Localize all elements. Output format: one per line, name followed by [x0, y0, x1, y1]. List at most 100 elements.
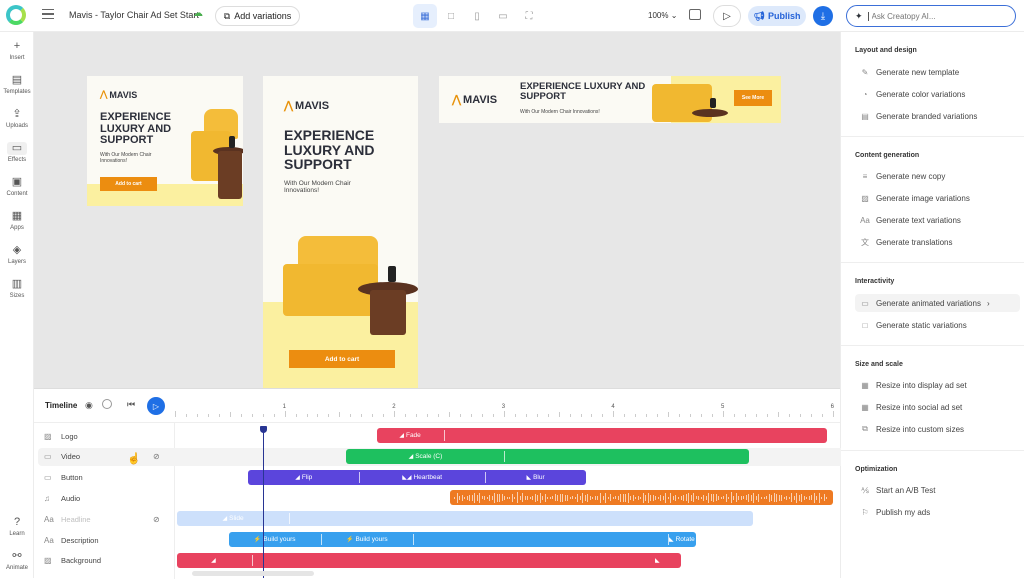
- sidebar-item-learn[interactable]: ? Learn: [0, 516, 34, 537]
- sidebar-item-apps[interactable]: ▦ Apps: [0, 210, 34, 231]
- animation-bar[interactable]: ◢ Flip ◣◢ Heartbeat ◣ Blur: [248, 469, 586, 485]
- segment-divider[interactable]: [288, 513, 290, 525]
- ad-square[interactable]: ⋀ MAVIS EXPERIENCE LUXURY AND SUPPORT Wit…: [87, 76, 243, 206]
- ruler-tick: [624, 414, 626, 417]
- timeline-title: Timeline: [45, 401, 78, 410]
- animation-bar[interactable]: ◢ Scale (C): [345, 448, 750, 464]
- layer-row-background[interactable]: ▨ Background: [38, 552, 175, 570]
- animation-segment[interactable]: ◢ Scale (C): [347, 449, 504, 464]
- section-title: Size and scale: [855, 361, 903, 368]
- zoom-dropdown[interactable]: 100% ⌄: [648, 11, 677, 20]
- ruler-label: 4: [611, 404, 615, 410]
- generate-image-variations[interactable]: ▨ Generate image variations: [855, 190, 1020, 206]
- add-to-cart-button[interactable]: Add to cart: [100, 177, 157, 191]
- timeline-play-button[interactable]: ▷: [147, 397, 165, 415]
- sidebar-item-uploads[interactable]: ⇪ Uploads: [0, 108, 34, 129]
- add-to-cart-button[interactable]: Add to cart: [289, 350, 395, 368]
- sidebar-item-effects[interactable]: ▭ Effects: [0, 142, 34, 163]
- animation-segment[interactable]: ◣: [635, 553, 681, 568]
- ai-input[interactable]: [867, 11, 998, 21]
- animation-segment[interactable]: [413, 532, 668, 547]
- generate-static-variations[interactable]: □ Generate static variations: [855, 317, 1020, 333]
- square-view-icon[interactable]: □: [439, 4, 463, 28]
- animation-segment[interactable]: ◣ Rotate: [668, 532, 695, 547]
- ruler-tick: [514, 414, 516, 417]
- segment-divider[interactable]: [443, 430, 445, 441]
- all-sizes-view-icon[interactable]: ▦: [413, 4, 437, 28]
- animation-bar[interactable]: ◢ Fade: [376, 428, 828, 443]
- focus-view-icon[interactable]: ⛶: [517, 4, 541, 28]
- generate-branded-variations[interactable]: ▤ Generate branded variations: [855, 108, 1020, 124]
- segment-divider[interactable]: [503, 450, 505, 462]
- generate-new-template[interactable]: ✎ Generate new template: [855, 64, 1020, 80]
- resize-custom-sizes[interactable]: ⧉ Resize into custom sizes: [855, 421, 1020, 437]
- ruler-tick: [701, 414, 703, 417]
- skip-to-start-icon[interactable]: ⏮: [127, 399, 135, 410]
- segment-divider[interactable]: [251, 554, 253, 566]
- eye-icon[interactable]: ◉: [85, 400, 93, 411]
- ai-search-box[interactable]: ✦: [846, 5, 1016, 27]
- project-title[interactable]: Mavis - Taylor Chair Ad Set Start: [69, 10, 199, 20]
- animation-segment[interactable]: ◣◢ Heartbeat: [359, 470, 485, 485]
- item-label: Resize into social ad set: [876, 402, 963, 412]
- ai-actions-panel: Layout and design ✎ Generate new template…: [840, 32, 1024, 578]
- generate-translations[interactable]: 文 Generate translations: [855, 234, 1020, 250]
- publish-my-ads[interactable]: ⚐ Publish my ads: [855, 504, 1020, 520]
- ruler-tick: [788, 414, 790, 417]
- resize-display-ad-set[interactable]: ▦ Resize into display ad set: [855, 377, 1020, 393]
- time-ruler[interactable]: 1 2 3 4 5 6: [175, 389, 840, 423]
- generate-color-variations[interactable]: ◔ Generate color variations: [855, 86, 1020, 102]
- animation-bar[interactable]: [450, 490, 833, 506]
- add-variations-button[interactable]: ⧉ Add variations: [215, 6, 300, 26]
- animation-segment[interactable]: ◢ Fade: [377, 428, 444, 443]
- publish-button[interactable]: 📢︎ Publish: [748, 6, 806, 26]
- sidebar-item-animate[interactable]: ⚯ Animate: [0, 550, 34, 571]
- ad-banner[interactable]: ⋀ MAVIS EXPERIENCE LUXURY AND SUPPORT Wit…: [439, 76, 781, 123]
- sidebar-item-insert[interactable]: + Insert: [0, 40, 34, 61]
- playhead-handle[interactable]: [259, 426, 267, 433]
- track-video: ◢ Scale (C): [175, 448, 840, 465]
- ad-portrait[interactable]: ⋀ MAVIS EXPERIENCE LUXURY AND SUPPORT Wit…: [263, 76, 418, 388]
- see-more-button[interactable]: See More: [734, 90, 772, 106]
- timeline-header: Timeline ◉ ⏮ ▷: [34, 389, 175, 423]
- hidden-eye-icon[interactable]: ⊘: [153, 515, 160, 524]
- animation-segment[interactable]: ◢ Flip: [248, 470, 359, 485]
- creatopy-logo[interactable]: [6, 5, 26, 25]
- sidebar-label: Insert: [9, 55, 25, 61]
- sidebar-item-content[interactable]: ▣ Content: [0, 176, 34, 197]
- landscape-view-icon[interactable]: ▭: [491, 4, 515, 28]
- animation-bar[interactable]: ◢ ◣: [177, 552, 682, 568]
- layer-row-description[interactable]: Aa Description: [38, 531, 175, 549]
- comment-icon[interactable]: [689, 9, 701, 20]
- layer-row-logo[interactable]: ▨ Logo: [38, 427, 175, 445]
- sidebar-item-layers[interactable]: ◈ Layers: [0, 244, 34, 265]
- animation-segment[interactable]: ⚡ Build yours: [229, 532, 321, 547]
- generate-animated-variations[interactable]: ▭ Generate animated variations ›: [855, 294, 1020, 312]
- download-button[interactable]: ⤓: [813, 6, 833, 26]
- animation-segment[interactable]: ◢ Slide: [177, 511, 289, 526]
- hamburger-menu-icon[interactable]: [42, 9, 54, 19]
- layer-row-button[interactable]: ▭ Button: [38, 469, 175, 487]
- animation-segment[interactable]: ◣ Blur: [485, 470, 586, 485]
- sidebar-label: Layers: [7, 259, 26, 265]
- sidebar-item-sizes[interactable]: ▥ Sizes: [0, 278, 34, 299]
- portrait-view-icon[interactable]: ▯: [465, 4, 489, 28]
- layer-row-headline[interactable]: Aa Headline ⊘: [38, 510, 175, 528]
- generate-text-variations[interactable]: Aa Generate text variations: [855, 212, 1020, 228]
- hidden-eye-icon[interactable]: ⊘: [153, 452, 160, 461]
- ruler-tick: [690, 414, 692, 417]
- clock-icon[interactable]: [102, 399, 112, 409]
- animation-bar[interactable]: ⚡ Build yours ⚡ Build yours ◣ Rotate: [228, 532, 696, 547]
- animation-segment[interactable]: ⚡ Build yours: [321, 532, 413, 547]
- horizontal-scrollbar[interactable]: [192, 571, 314, 576]
- layer-row-audio[interactable]: ♫ Audio: [38, 489, 175, 507]
- start-ab-test[interactable]: ⅍ Start an A/B Test: [855, 482, 1020, 498]
- section-layout-design: Layout and design ✎ Generate new template…: [841, 32, 1024, 137]
- playhead-line[interactable]: [262, 428, 264, 578]
- sidebar-item-templates[interactable]: ▤ Templates: [0, 74, 34, 95]
- preview-play-button[interactable]: ▷: [713, 5, 741, 27]
- generate-new-copy[interactable]: ≡ Generate new copy: [855, 168, 1020, 184]
- ruler-tick: [350, 414, 352, 417]
- animation-segment[interactable]: ◢: [177, 553, 252, 568]
- resize-social-ad-set[interactable]: ▦ Resize into social ad set: [855, 399, 1020, 415]
